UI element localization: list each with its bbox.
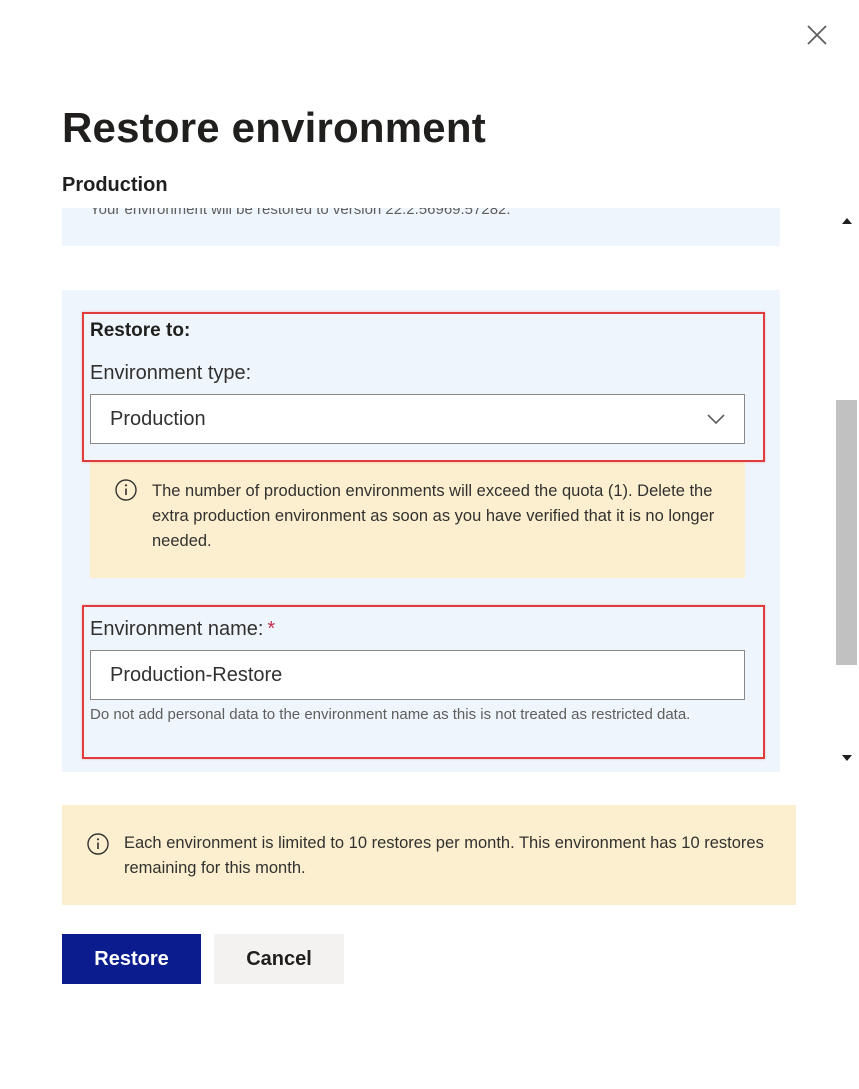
restore-environment-panel: Restore environment Production Your envi… xyxy=(0,0,859,1089)
version-info-box: Your environment will be restored to ver… xyxy=(62,208,780,246)
close-button[interactable] xyxy=(800,18,834,52)
environment-subtitle: Production xyxy=(62,174,168,196)
restore-button[interactable]: Restore xyxy=(62,934,201,984)
quota-warning-text: The number of production environments wi… xyxy=(152,482,715,550)
cancel-button[interactable]: Cancel xyxy=(214,934,344,984)
close-icon xyxy=(807,25,827,45)
restore-limit-info-box: Each environment is limited to 10 restor… xyxy=(62,805,796,905)
version-text: Your environment will be restored to ver… xyxy=(90,208,511,218)
info-icon xyxy=(115,479,137,501)
scrollbar-thumb[interactable] xyxy=(836,400,857,665)
quota-warning-box: The number of production environments wi… xyxy=(90,462,745,578)
highlight-environment-type xyxy=(82,312,765,462)
scrollable-content: Your environment will be restored to ver… xyxy=(0,208,859,772)
vertical-scrollbar[interactable] xyxy=(835,208,859,772)
restore-to-section: Restore to: Environment type: Production… xyxy=(62,290,780,772)
scroll-down-arrow-icon[interactable] xyxy=(841,753,853,763)
page-title: Restore environment xyxy=(62,104,486,151)
scroll-up-arrow-icon[interactable] xyxy=(841,216,853,226)
restore-limit-info-text: Each environment is limited to 10 restor… xyxy=(124,834,764,877)
info-icon xyxy=(87,833,109,855)
highlight-environment-name xyxy=(82,605,765,759)
